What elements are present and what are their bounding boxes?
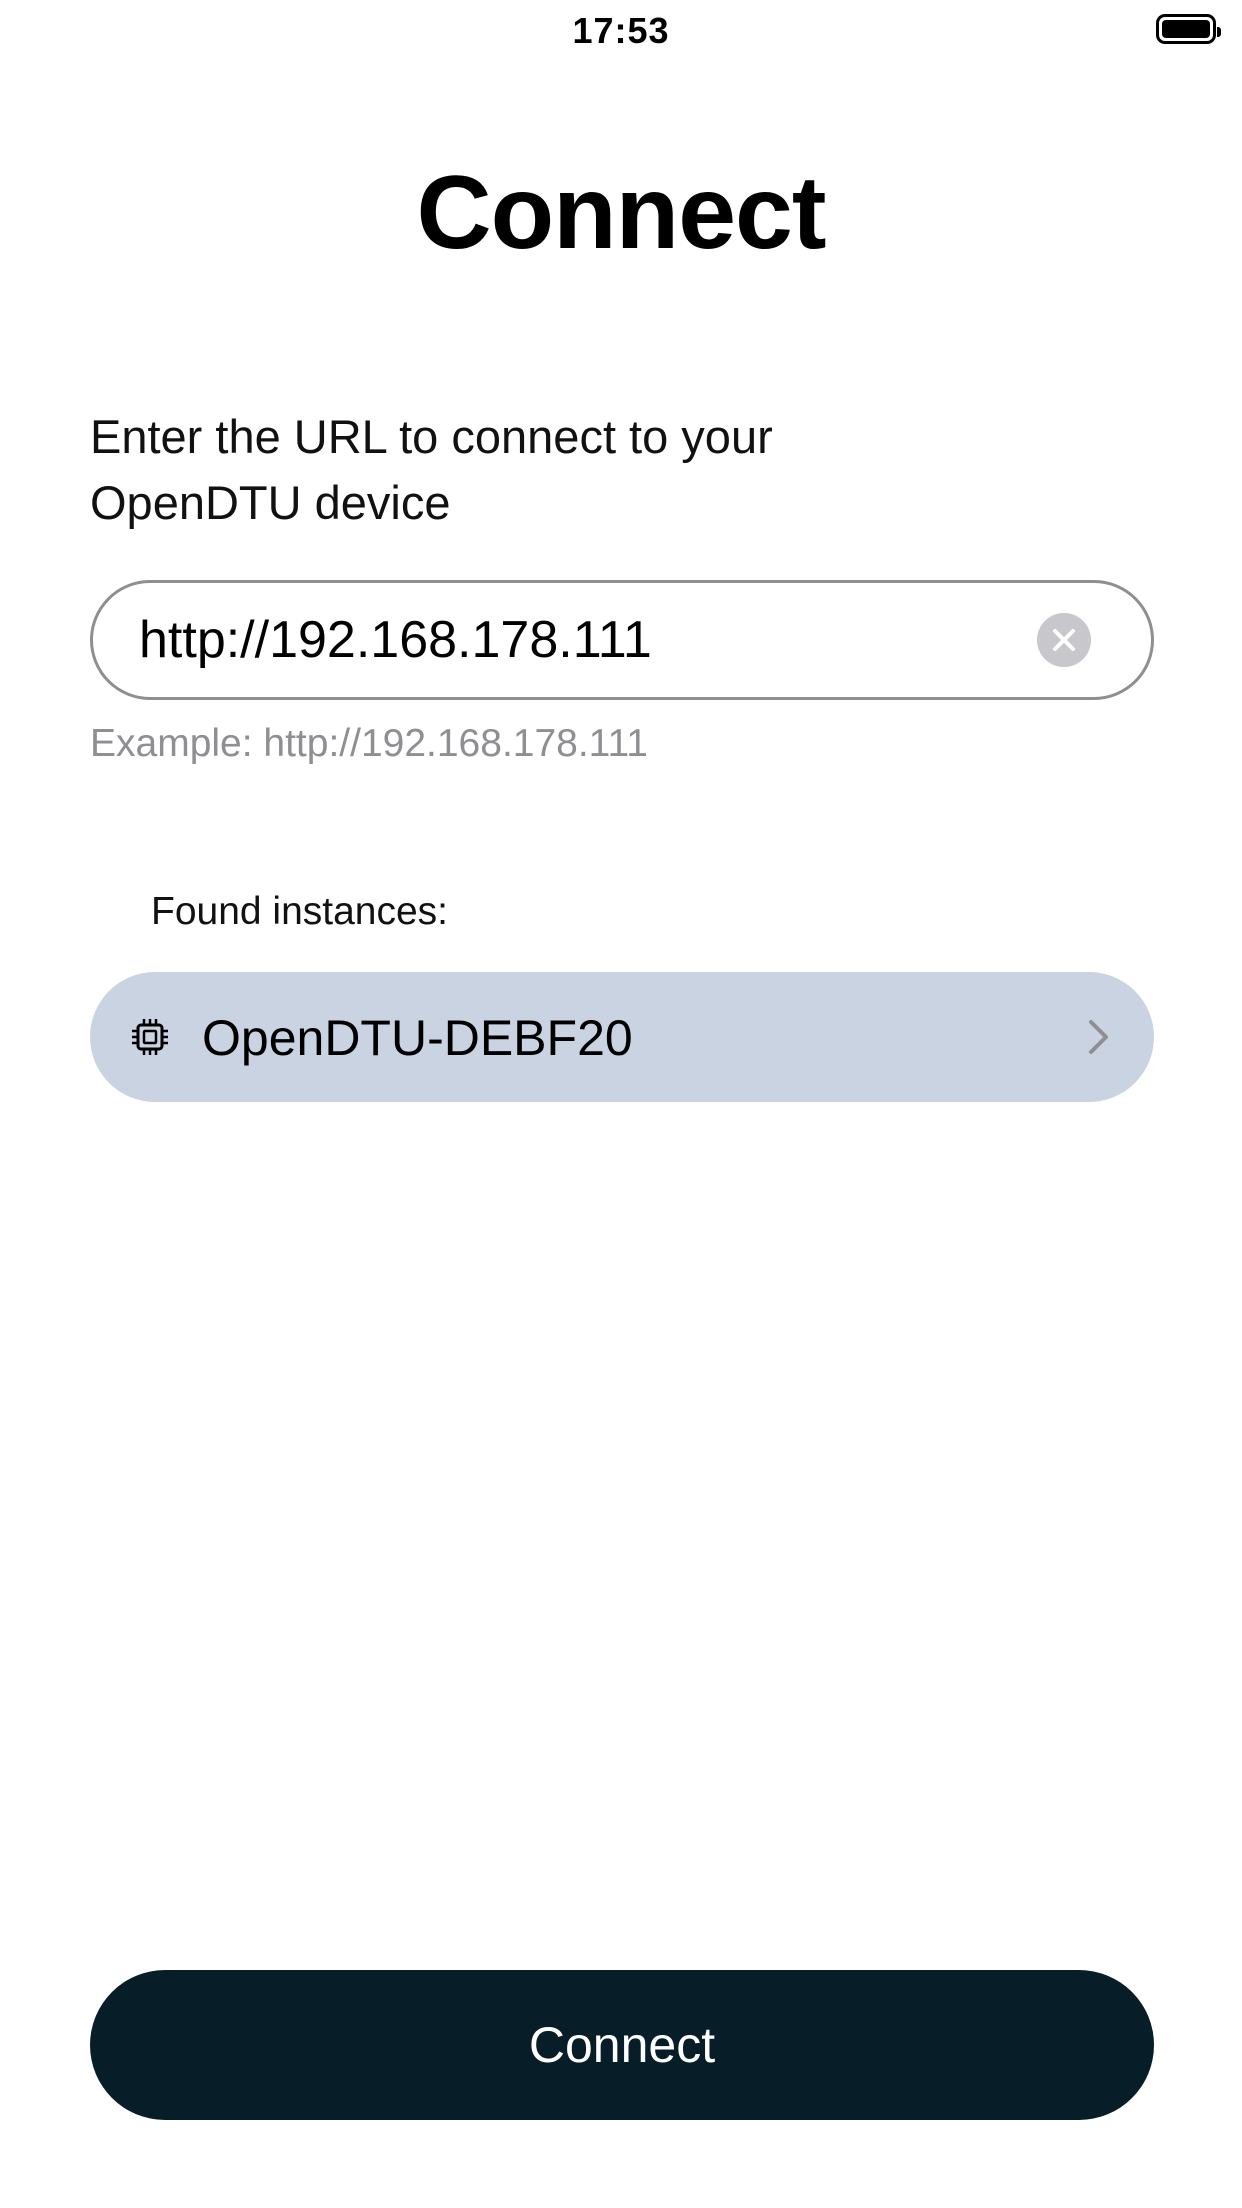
- example-hint: Example: http://192.168.178.111: [90, 722, 648, 765]
- instruction-text: Enter the URL to connect to your OpenDTU…: [90, 410, 773, 529]
- instance-item[interactable]: OpenDTU-DEBF20: [90, 972, 1154, 1102]
- instance-name: OpenDTU-DEBF20: [202, 1010, 633, 1066]
- url-field[interactable]: [90, 580, 1154, 700]
- chevron-right-icon: [1088, 1019, 1110, 1055]
- clear-icon[interactable]: [1037, 613, 1091, 667]
- page-title: Connect: [416, 155, 827, 271]
- status-time: 17:53: [572, 10, 670, 51]
- url-input[interactable]: [139, 583, 1019, 697]
- connect-button[interactable]: Connect: [90, 1970, 1154, 2120]
- cpu-chip-icon: [130, 1017, 170, 1057]
- battery-icon: [1156, 14, 1221, 44]
- found-instances-label: Found instances:: [151, 890, 449, 933]
